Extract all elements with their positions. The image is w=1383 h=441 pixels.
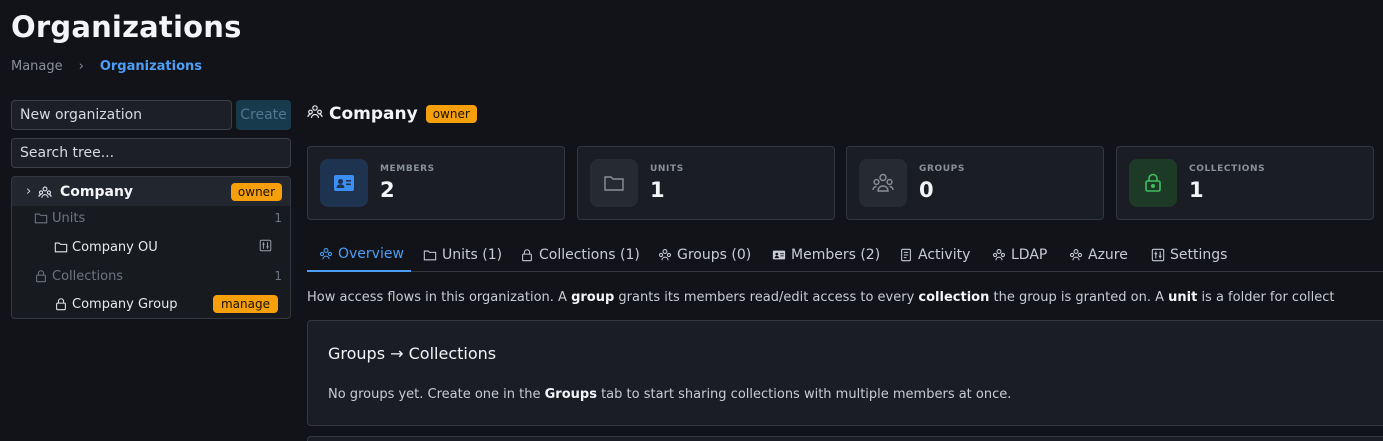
stat-value: 1 (1189, 178, 1204, 202)
tab-label: Members (2) (791, 247, 881, 263)
tab-label: Overview (338, 246, 404, 262)
tree-section-units[interactable]: Units 1 (12, 206, 290, 230)
overview-description: How access flows in this organization. A… (307, 290, 1335, 305)
stat-card-units[interactable]: UNITS 1 (577, 146, 835, 220)
tree-section-count: 1 (274, 211, 282, 225)
empty-text: No groups yet. Create one in the (328, 387, 545, 402)
stat-label: UNITS (650, 164, 684, 174)
tab-label: LDAP (1011, 247, 1048, 263)
tab-label: Groups (0) (677, 247, 752, 263)
lock-icon (54, 297, 68, 311)
settings-icon[interactable] (259, 239, 272, 256)
owner-badge: owner (230, 182, 282, 201)
tree-section-collections[interactable]: Collections 1 (12, 264, 290, 288)
breadcrumb-separator: › (78, 59, 84, 74)
chevron-right-icon[interactable]: › (26, 184, 38, 199)
tab-label: Collections (1) (539, 247, 640, 263)
stat-card-members[interactable]: MEMBERS 2 (307, 146, 565, 220)
breadcrumb-manage[interactable]: Manage (11, 59, 63, 74)
desc-text: How access flows in this organization. A (307, 290, 572, 305)
users-icon (859, 159, 907, 207)
tab-collections[interactable]: Collections (1) (520, 238, 640, 272)
org-title: Company (329, 104, 418, 124)
manage-badge: manage (212, 295, 278, 313)
tab-units[interactable]: Units (1) (423, 238, 502, 272)
tab-label: Settings (1170, 247, 1228, 263)
org-icon (992, 249, 1006, 261)
tab-bar: Overview Units (1) Collections (1) Group… (307, 238, 1383, 272)
lock-icon (34, 269, 48, 283)
groups-link: Groups (544, 387, 597, 402)
tab-settings[interactable]: Settings (1151, 238, 1227, 272)
tab-label: Activity (918, 247, 971, 263)
breadcrumb: Manage › Organizations (11, 59, 202, 74)
search-tree-input[interactable]: Search tree... (11, 138, 291, 168)
desc-text: is a folder for collect (1197, 290, 1335, 305)
tab-azure[interactable]: Azure (1069, 238, 1128, 272)
new-organization-input[interactable]: New organization (11, 100, 232, 130)
desc-text: grants its members read/edit access to e… (614, 290, 919, 305)
tree-item-label: Company (60, 183, 134, 200)
list-icon (901, 248, 911, 262)
tab-overview[interactable]: Overview (307, 238, 411, 272)
desc-unit-term: unit (1168, 290, 1198, 305)
tree-section-label: Collections (52, 268, 124, 284)
tree-section-count: 1 (274, 269, 282, 283)
folder-icon (423, 250, 437, 261)
empty-text: tab to start sharing collections with mu… (596, 387, 1012, 402)
org-icon (1069, 249, 1083, 261)
lock-icon (1129, 159, 1177, 207)
tree-item-company[interactable]: › Company owner (12, 177, 290, 206)
stat-label: MEMBERS (380, 164, 435, 174)
desc-text: the group is granted on. A (989, 290, 1169, 305)
tree-item-label: Company OU (72, 239, 158, 255)
tab-ldap[interactable]: LDAP (992, 238, 1047, 272)
lock-icon (522, 249, 532, 262)
folder-icon (54, 240, 68, 254)
id-card-icon (320, 159, 368, 207)
stat-label: GROUPS (919, 164, 965, 174)
tab-label: Units (1) (442, 247, 503, 263)
tab-groups[interactable]: Groups (0) (658, 238, 751, 272)
panel-title: Groups → Collections (328, 344, 497, 363)
stat-card-groups[interactable]: GROUPS 0 (846, 146, 1104, 220)
folder-icon (590, 159, 638, 207)
tree-item-company-ou[interactable]: Company OU (12, 234, 290, 260)
tree-item-label: Company Group (72, 296, 178, 312)
org-icon (319, 248, 333, 260)
desc-group-term: group (571, 290, 615, 305)
tab-label: Azure (1088, 247, 1128, 263)
users-icon (658, 249, 672, 261)
tree-item-company-group[interactable]: Company Group manage (12, 291, 290, 317)
org-tree: › Company owner Units 1 Company OU Colle… (11, 176, 291, 319)
org-icon (307, 104, 323, 124)
empty-state-text: No groups yet. Create one in the Groups … (328, 387, 1011, 402)
settings-icon (1151, 248, 1165, 262)
create-button[interactable]: Create (236, 100, 291, 130)
next-panel (307, 436, 1383, 441)
breadcrumb-organizations[interactable]: Organizations (100, 59, 202, 74)
tab-activity[interactable]: Activity (899, 238, 970, 272)
stat-value: 1 (650, 178, 665, 202)
org-header: Company owner (307, 104, 477, 124)
id-card-icon (772, 250, 786, 260)
stat-value: 0 (919, 178, 934, 202)
groups-collections-panel: Groups → Collections No groups yet. Crea… (307, 320, 1383, 426)
org-icon (38, 185, 52, 199)
desc-collection-term: collection (918, 290, 990, 305)
owner-badge: owner (425, 105, 477, 123)
page-title: Organizations (11, 10, 242, 44)
stat-value: 2 (380, 178, 395, 202)
tree-section-label: Units (52, 210, 86, 226)
folder-icon (34, 211, 48, 225)
tab-members[interactable]: Members (2) (772, 238, 880, 272)
stat-label: COLLECTIONS (1189, 164, 1266, 174)
stat-card-collections[interactable]: COLLECTIONS 1 (1116, 146, 1374, 220)
